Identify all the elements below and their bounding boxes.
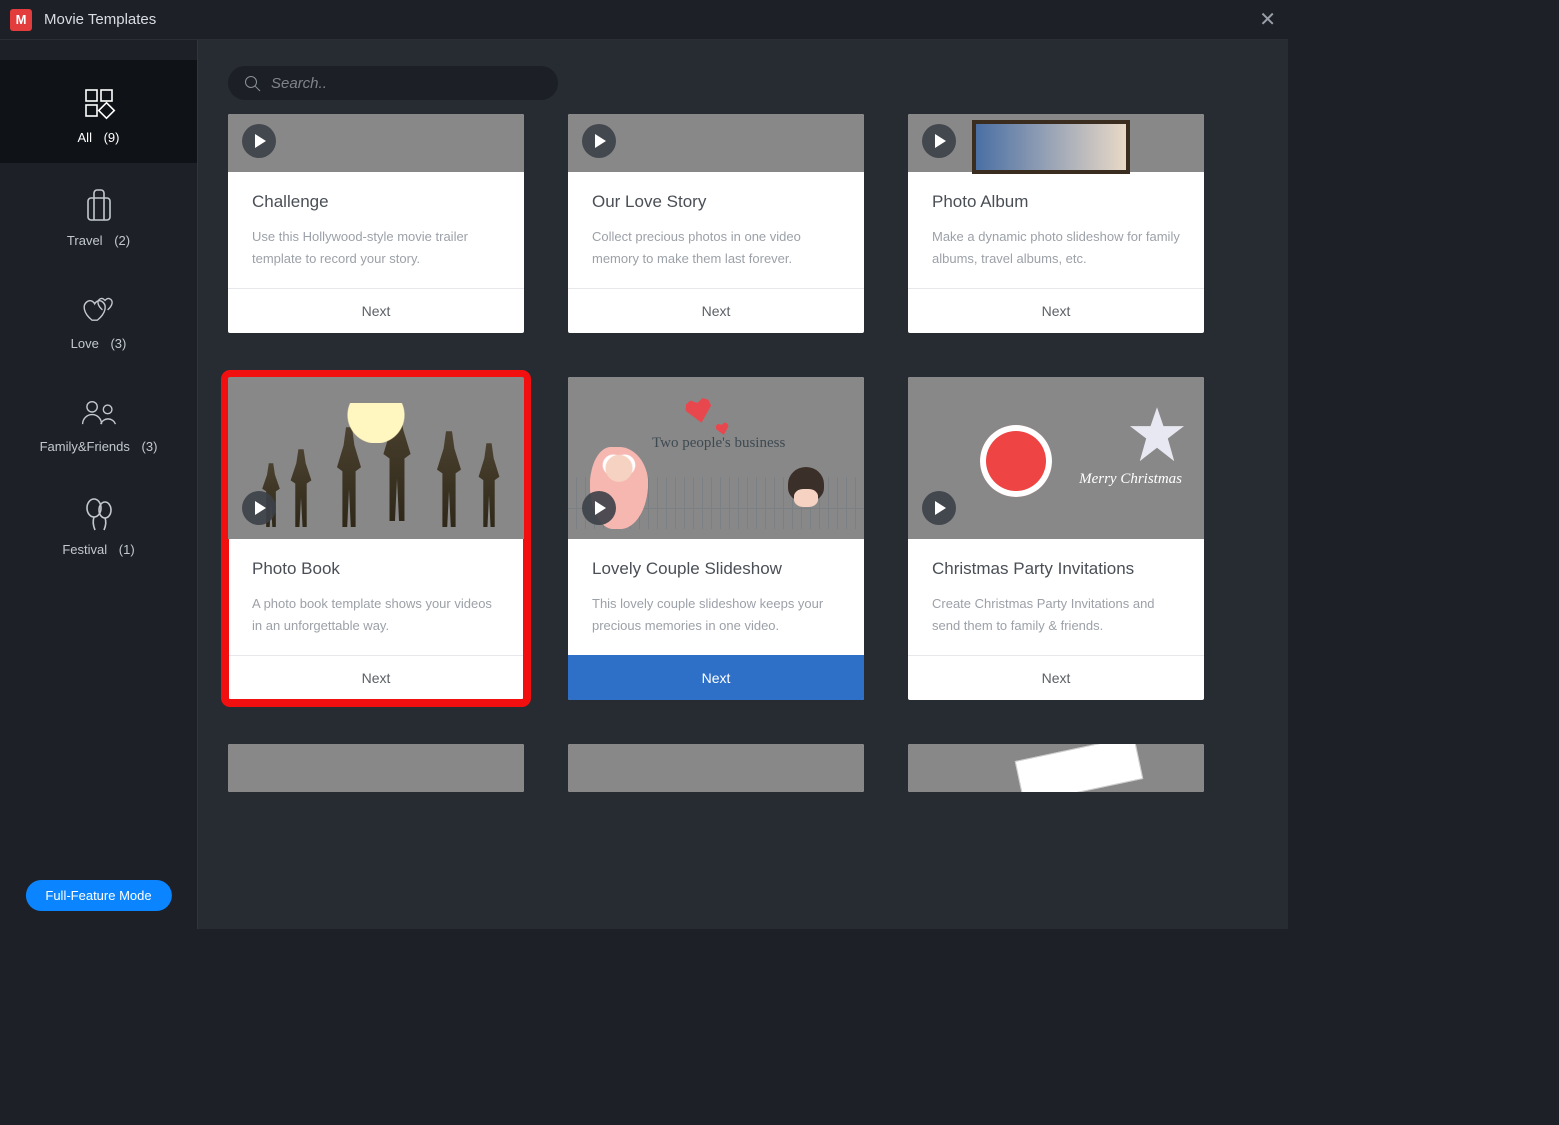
template-thumbnail [228,744,524,792]
next-button[interactable]: Next [568,288,864,333]
play-icon[interactable] [922,124,956,158]
next-button[interactable]: Next [228,655,524,700]
template-card[interactable]: Photo Album Make a dynamic photo slidesh… [908,114,1204,333]
template-title: Our Love Story [592,192,840,212]
search-box[interactable] [228,66,558,100]
template-description: A photo book template shows your videos … [252,593,500,637]
sidebar-item-count: (3) [142,439,158,454]
grid-icon [80,84,118,122]
beach-runners-illustration [248,417,504,527]
next-button[interactable]: Next [908,655,1204,700]
template-card[interactable]: Merry Christmas Christmas Party Invitati… [908,377,1204,700]
sidebar-item-count: (2) [114,233,130,248]
play-icon[interactable] [922,491,956,525]
sidebar-item-label: Love [71,336,99,351]
template-thumbnail: Two people's business [568,377,864,539]
sidebar: All (9) Travel (2) [0,40,198,929]
thumbnail-art-text: Merry Christmas [1079,471,1182,488]
next-button[interactable]: Next [568,655,864,700]
window-title: Movie Templates [44,11,156,28]
template-description: Collect precious photos in one video mem… [592,226,840,270]
template-description: Create Christmas Party Invitations and s… [932,593,1180,637]
sidebar-item-travel[interactable]: Travel (2) [0,163,197,266]
template-thumbnail [568,114,864,172]
sidebar-item-label: All [78,130,92,145]
close-icon[interactable]: ✕ [1259,7,1276,32]
suitcase-icon [80,187,118,225]
sidebar-item-love[interactable]: Love (3) [0,266,197,369]
template-card[interactable]: Our Love Story Collect precious photos i… [568,114,864,333]
template-thumbnail [228,377,524,539]
balloons-icon [80,496,118,534]
template-description: This lovely couple slideshow keeps your … [592,593,840,637]
template-title: Challenge [252,192,500,212]
template-description: Use this Hollywood-style movie trailer t… [252,226,500,270]
sidebar-item-family-friends[interactable]: Family&Friends (3) [0,369,197,472]
templates-grid: Challenge Use this Hollywood-style movie… [198,114,1288,822]
play-icon[interactable] [242,491,276,525]
sidebar-item-festival[interactable]: Festival (1) [0,472,197,575]
template-title: Christmas Party Invitations [932,559,1180,579]
template-card[interactable] [908,744,1204,792]
template-title: Photo Book [252,559,500,579]
template-thumbnail [568,744,864,792]
people-icon [80,393,118,431]
template-card[interactable] [228,744,524,792]
search-icon [244,75,261,92]
play-icon[interactable] [242,124,276,158]
template-title: Photo Album [932,192,1180,212]
next-button[interactable]: Next [228,288,524,333]
sidebar-item-label: Family&Friends [40,439,130,454]
content-area[interactable]: Challenge Use this Hollywood-style movie… [198,40,1288,929]
template-title: Lovely Couple Slideshow [592,559,840,579]
hearts-icon [80,290,118,328]
template-card[interactable]: Two people's business Lovely Couple Slid… [568,377,864,700]
sidebar-item-count: (9) [104,130,120,145]
search-input[interactable] [271,75,542,92]
sidebar-item-label: Festival [62,542,107,557]
template-thumbnail [228,114,524,172]
template-card-highlighted[interactable]: Photo Book A photo book template shows y… [228,377,524,700]
next-button[interactable]: Next [908,288,1204,333]
template-card[interactable] [568,744,864,792]
play-icon[interactable] [582,491,616,525]
sidebar-item-all[interactable]: All (9) [0,60,197,163]
play-icon[interactable] [582,124,616,158]
template-thumbnail [908,744,1204,792]
sidebar-item-count: (3) [110,336,126,351]
thumbnail-art-text: Two people's business [652,435,785,452]
sidebar-item-count: (1) [119,542,135,557]
title-bar: M Movie Templates ✕ [0,0,1288,40]
full-feature-mode-button[interactable]: Full-Feature Mode [25,880,171,911]
template-thumbnail: Merry Christmas [908,377,1204,539]
sidebar-item-label: Travel [67,233,103,248]
template-card[interactable]: Challenge Use this Hollywood-style movie… [228,114,524,333]
template-thumbnail [908,114,1204,172]
app-logo: M [10,9,32,31]
template-description: Make a dynamic photo slideshow for famil… [932,226,1180,270]
